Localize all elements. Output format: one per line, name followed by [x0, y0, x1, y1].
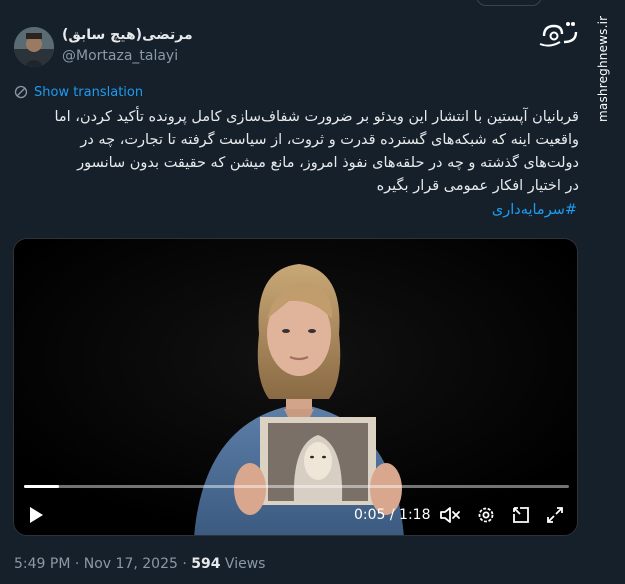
volume-muted-icon	[440, 507, 460, 523]
tweet-card: مرتضی(هیچ سابق) @Mortaza_talayi Show tra…	[0, 0, 585, 584]
video-player[interactable]: 0:05 / 1:18	[13, 238, 578, 536]
picture-in-picture-button[interactable]	[509, 503, 533, 527]
translate-icon	[14, 85, 28, 99]
author-name[interactable]: مرتضی(هیچ سابق)	[62, 27, 193, 43]
play-icon	[30, 507, 43, 523]
tweet-meta: 5:49 PM · Nov 17, 2025 · 594 Views	[14, 556, 265, 572]
settings-button[interactable]	[474, 503, 498, 527]
mute-button[interactable]	[438, 503, 462, 527]
settings-icon	[478, 507, 494, 523]
video-progress-fill	[24, 485, 59, 488]
avatar[interactable]	[14, 27, 54, 67]
author-handle[interactable]: @Mortaza_talayi	[62, 48, 178, 64]
fullscreen-icon	[547, 507, 563, 523]
show-translation-link[interactable]: Show translation	[14, 84, 143, 100]
play-button[interactable]	[24, 503, 48, 527]
show-translation-label: Show translation	[34, 84, 144, 100]
fullscreen-button[interactable]	[543, 503, 567, 527]
pip-icon	[513, 507, 529, 523]
hashtag-link[interactable]: #سرمایه‌داری	[492, 202, 577, 218]
video-progress-bar[interactable]	[24, 485, 569, 488]
tweet-text: قربانیان آپستین با انتشار این ویدئو بر ض…	[54, 109, 579, 194]
tweet-timestamp[interactable]: 5:49 PM · Nov 17, 2025 ·	[14, 556, 187, 572]
views-count: 594	[191, 556, 221, 572]
watermark-url: mashreghnews.ir	[596, 15, 610, 122]
video-frame	[14, 239, 577, 535]
mashregh-logo	[539, 22, 578, 47]
views-label: Views	[224, 556, 266, 572]
avatar-image	[14, 27, 54, 67]
video-time-readout: 0:05 / 1:18	[354, 507, 431, 523]
